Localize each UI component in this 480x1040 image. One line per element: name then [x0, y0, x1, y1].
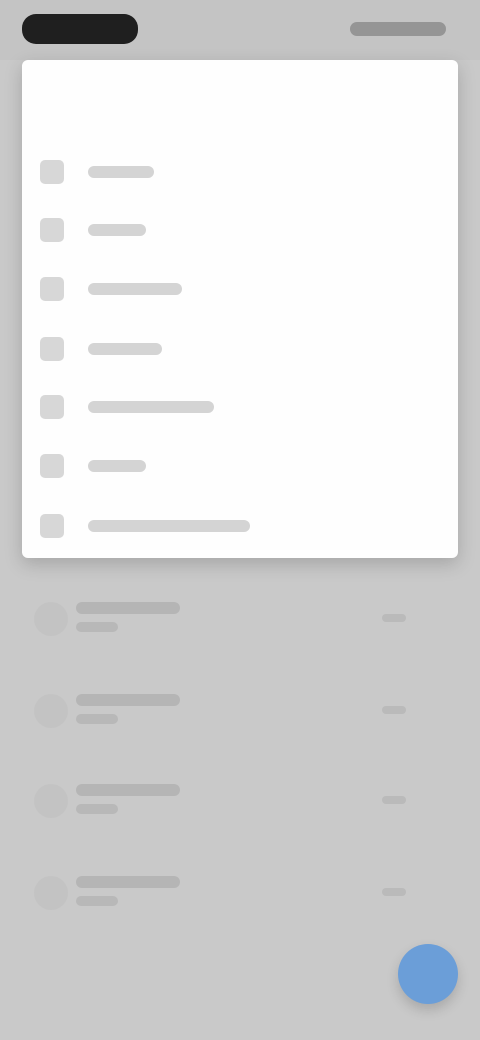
status-bar: [0, 0, 480, 60]
list-item-action-icon[interactable]: [382, 614, 406, 622]
avatar: [34, 876, 68, 910]
list-item-subtitle: [76, 622, 118, 632]
status-time-pill: [22, 14, 138, 44]
menu-item-icon: [40, 337, 64, 361]
list-item[interactable]: [28, 680, 452, 750]
menu-item-5[interactable]: [40, 386, 422, 428]
list-item[interactable]: [28, 588, 452, 658]
list-item-subtitle: [76, 804, 118, 814]
floating-action-button[interactable]: [398, 944, 458, 1004]
menu-item-6[interactable]: [40, 445, 422, 487]
menu-item-3[interactable]: [40, 268, 422, 310]
menu-item-label: [88, 283, 182, 295]
list-item[interactable]: [28, 770, 452, 840]
menu-item-icon: [40, 514, 64, 538]
menu-item-2[interactable]: [40, 209, 422, 251]
menu-item-label: [88, 166, 154, 178]
status-icons: [350, 22, 446, 36]
list-item-subtitle: [76, 714, 118, 724]
menu-item-label: [88, 343, 162, 355]
list-item-subtitle: [76, 896, 118, 906]
list-item-action-icon[interactable]: [382, 706, 406, 714]
menu-item-icon: [40, 218, 64, 242]
list-item-title: [76, 784, 180, 796]
list-item-title: [76, 876, 180, 888]
menu-item-4[interactable]: [40, 328, 422, 370]
menu-item-label: [88, 224, 146, 236]
list-item-title: [76, 602, 180, 614]
menu-item-icon: [40, 395, 64, 419]
menu-item-icon: [40, 454, 64, 478]
menu-item-icon: [40, 277, 64, 301]
menu-item-label: [88, 401, 214, 413]
menu-item-label: [88, 460, 146, 472]
add-icon: [398, 944, 458, 1004]
list-item-action-icon[interactable]: [382, 888, 406, 896]
menu-item-label: [88, 520, 250, 532]
avatar: [34, 602, 68, 636]
list-item-action-icon[interactable]: [382, 796, 406, 804]
avatar: [34, 784, 68, 818]
menu-item-icon: [40, 160, 64, 184]
menu-item-7[interactable]: [40, 505, 422, 547]
list-item-title: [76, 694, 180, 706]
menu-item-1[interactable]: [40, 151, 422, 193]
avatar: [34, 694, 68, 728]
list-item[interactable]: [28, 862, 452, 932]
